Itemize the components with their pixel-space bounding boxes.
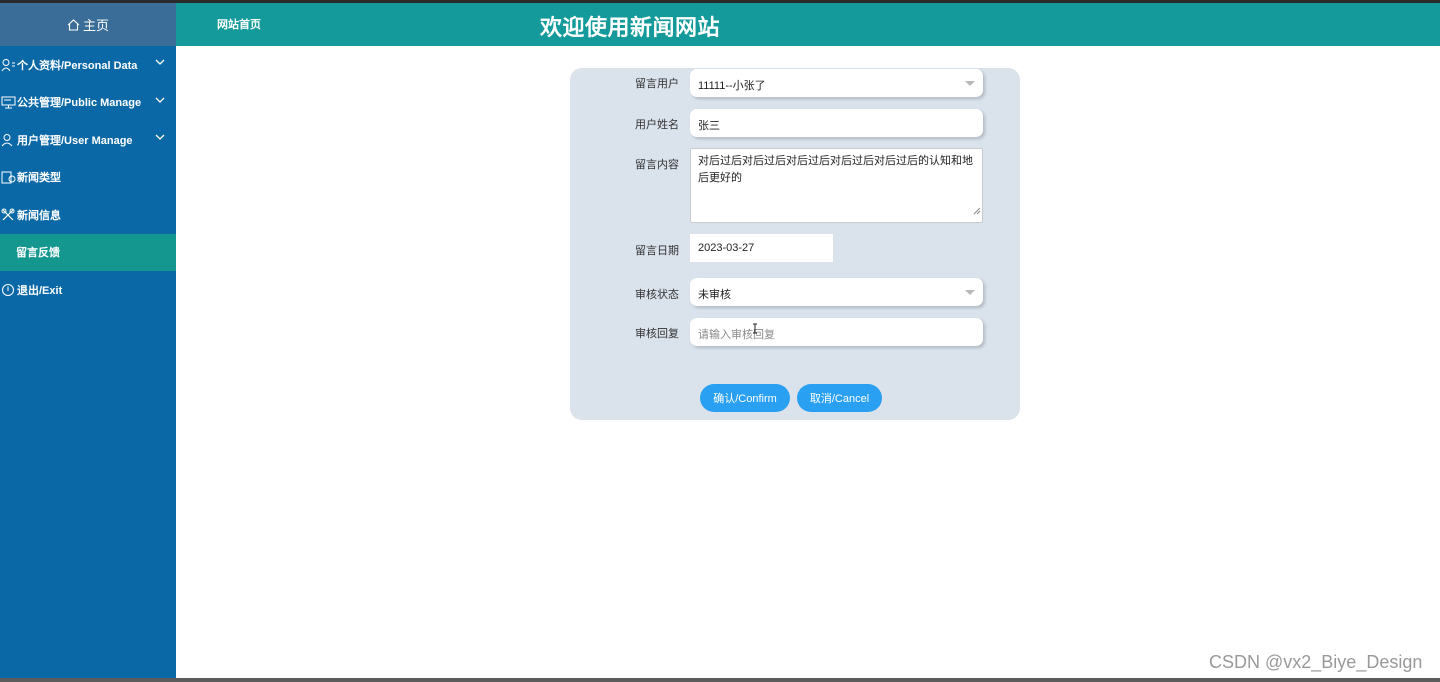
reply-field-label: 审核回复 bbox=[635, 328, 679, 340]
resize-handle-icon[interactable] bbox=[973, 204, 981, 221]
news-info-icon bbox=[1, 208, 16, 222]
reply-input[interactable]: 请输入审核回复 bbox=[690, 318, 983, 346]
window-bottom-edge bbox=[0, 678, 1440, 682]
chevron-down-icon bbox=[155, 97, 165, 103]
sidebar-item-label: 退出/Exit bbox=[17, 284, 63, 297]
sidebar-item-label: 留言反馈 bbox=[16, 247, 60, 260]
chevron-down-icon bbox=[155, 134, 165, 140]
status-field-label: 审核状态 bbox=[635, 289, 679, 301]
top-header: 网站首页 欢迎使用新闻网站 bbox=[176, 3, 1440, 46]
news-type-icon bbox=[1, 170, 16, 184]
sidebar-item-user-manage[interactable]: 用户管理/User Manage bbox=[0, 121, 176, 159]
sidebar-item-label: 公共管理/Public Manage bbox=[17, 97, 142, 110]
status-select[interactable]: 未审核 bbox=[690, 278, 983, 306]
sidebar-home-label: 主页 bbox=[82, 18, 109, 33]
sidebar-item-news-info[interactable]: 新闻信息 bbox=[0, 196, 176, 234]
confirm-button[interactable]: 确认/Confirm bbox=[700, 384, 790, 412]
dropdown-caret-icon bbox=[965, 290, 975, 295]
status-select-value: 未审核 bbox=[698, 289, 731, 301]
site-home-link[interactable]: 网站首页 bbox=[217, 16, 261, 32]
sidebar: 主页 个人资料/Personal Data 公共管理/Public Manage… bbox=[0, 3, 176, 678]
name-field-label: 用户姓名 bbox=[635, 119, 679, 131]
watermark: CSDN @vx2_Biye_Design bbox=[1209, 652, 1423, 672]
sidebar-item-label: 新闻信息 bbox=[17, 209, 61, 222]
feedback-form: 留言用户 11111--小张了 用户姓名 张三 留言内容 对后过后对后过后对后过… bbox=[570, 68, 1020, 420]
reply-input-placeholder: 请输入审核回复 bbox=[698, 329, 775, 341]
text-cursor-icon bbox=[752, 321, 758, 339]
sidebar-item-label: 用户管理/User Manage bbox=[17, 134, 133, 147]
sidebar-item-feedback[interactable]: 留言反馈 bbox=[0, 233, 176, 271]
sidebar-item-label: 个人资料/Personal Data bbox=[17, 59, 138, 72]
date-input[interactable]: 2023-03-27 bbox=[690, 234, 833, 262]
dropdown-caret-icon bbox=[965, 81, 975, 86]
sidebar-item-news-type[interactable]: 新闻类型 bbox=[0, 159, 176, 197]
page-title: 欢迎使用新闻网站 bbox=[540, 15, 721, 40]
sidebar-item-personal-data[interactable]: 个人资料/Personal Data bbox=[0, 46, 176, 84]
content-field-label: 留言内容 bbox=[635, 159, 679, 171]
monitor-icon bbox=[1, 95, 16, 109]
content-textarea[interactable]: 对后过后对后过后对后过后对后过后对后过后的认知和地后更好的 bbox=[690, 148, 983, 223]
cancel-button[interactable]: 取消/Cancel bbox=[797, 384, 882, 412]
sidebar-item-exit[interactable]: 退出/Exit bbox=[0, 271, 176, 309]
exit-icon bbox=[1, 283, 16, 297]
user-icon bbox=[1, 133, 16, 147]
chevron-down-icon bbox=[155, 59, 165, 65]
sidebar-home[interactable]: 主页 bbox=[0, 3, 176, 46]
date-field-label: 留言日期 bbox=[635, 245, 679, 257]
name-input-value: 张三 bbox=[698, 120, 720, 132]
user-select-value: 11111--小张了 bbox=[698, 80, 766, 92]
name-input[interactable]: 张三 bbox=[690, 109, 983, 137]
sidebar-item-public-manage[interactable]: 公共管理/Public Manage bbox=[0, 84, 176, 122]
user-group-icon bbox=[1, 58, 16, 72]
content-textarea-value: 对后过后对后过后对后过后对后过后对后过后的认知和地后更好的 bbox=[698, 155, 973, 184]
date-input-value: 2023-03-27 bbox=[698, 242, 755, 254]
user-field-label: 留言用户 bbox=[635, 78, 679, 90]
sidebar-item-label: 新闻类型 bbox=[17, 172, 61, 185]
user-select[interactable]: 11111--小张了 bbox=[690, 69, 983, 97]
home-icon bbox=[67, 18, 80, 31]
